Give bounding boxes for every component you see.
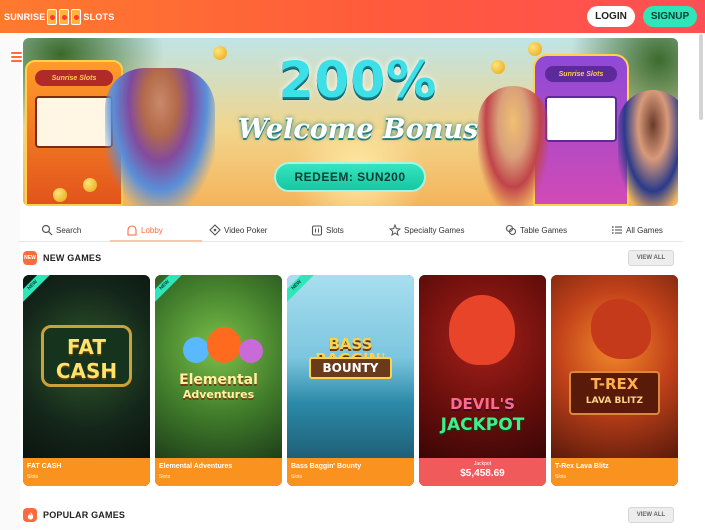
new-badge-text: NEW [24,255,36,261]
game-card-footer: FAT CASH Slots [23,458,150,486]
woman-left-illustration [478,86,548,206]
category-nav: Search Lobby Video Poker Slots Specialty… [23,218,683,242]
lobby-icon [127,225,137,236]
coin-icon [491,60,505,74]
magic-creature [239,339,263,363]
game-title: Bass Baggin' Bounty [291,463,362,470]
game-card-devils-jackpot[interactable]: DEVIL'S JACKPOT Jackpot $5,458.69 [419,275,546,486]
game-title: T-Rex Lava Blitz [555,463,609,470]
specialty-icon [389,224,401,236]
game-logo-line2: LAVA BLITZ [585,396,644,406]
side-rail [0,33,20,530]
game-art: DEVIL'S JACKPOT [419,275,546,458]
game-category: Slots [555,474,567,480]
popular-games-header: POPULAR GAMES [23,506,125,524]
slot-machine-label: Sunrise Slots [35,70,113,86]
site-logo[interactable]: SUNRISE SLOTS [4,6,114,28]
category-table-games[interactable]: Table Games [505,218,567,242]
slot-machine-reels [545,96,617,142]
category-specialty-games[interactable]: Specialty Games [389,218,464,242]
category-video-poker[interactable]: Video Poker [209,218,267,242]
scrollbar-thumb[interactable] [699,34,703,120]
game-card-footer: Elemental Adventures Slots [155,458,282,486]
logo-text-right: SLOTS [83,12,115,22]
game-card-footer: Bass Baggin' Bounty Slots [287,458,414,486]
search-icon [41,224,53,236]
game-logo-line1: Elemental [179,372,258,388]
category-search[interactable]: Search [41,218,81,242]
view-all-new-games-button[interactable]: VIEW ALL [628,250,674,266]
slots-icon [311,225,323,236]
table-games-icon [505,224,517,236]
logo-reel-icon [71,9,82,25]
water-creature [183,337,209,363]
fire-creature [207,327,241,363]
category-label: Slots [326,225,344,235]
login-button[interactable]: LOGIN [587,6,635,27]
game-logo-line2: JACKPOT [440,415,525,435]
top-header: SUNRISE SLOTS LOGIN SIGNUP [0,0,705,33]
game-card-bass-baggin-bounty[interactable]: BASS BAGGIN' BOUNTY NEW Bass Baggin' Bou… [287,275,414,486]
game-title: FAT CASH [27,463,62,470]
category-slots[interactable]: Slots [311,218,344,242]
category-label: Table Games [520,225,568,235]
slot-machine-label: Sunrise Slots [545,66,617,82]
logo-text-left: SUNRISE [4,12,46,22]
category-label: All Games [626,225,663,235]
game-art: BASS BAGGIN' BOUNTY [287,275,414,458]
category-label: Specialty Games [404,225,465,235]
game-category: Slots [27,474,39,480]
game-category: Slots [291,474,303,480]
t-rex-character [591,299,651,359]
jackpot-label: Jackpot [473,461,492,467]
category-all-games[interactable]: All Games [611,218,663,242]
game-card-footer: Jackpot $5,458.69 [419,458,546,486]
popular-flame-icon [23,508,37,522]
category-label: Search [56,225,82,235]
game-logo-line2: BOUNTY [322,361,379,375]
promo-banner[interactable]: Sunrise Slots Sunrise Slots 200% Welcome… [23,38,678,206]
game-logo-line2: CASH [55,359,118,383]
coin-icon [213,46,227,60]
category-lobby[interactable]: Lobby [126,218,163,242]
game-art: FAT CASH [23,275,150,458]
game-logo-line1: T-REX [590,375,639,393]
view-all-popular-games-button[interactable]: VIEW ALL [628,507,674,523]
coin-icon [53,188,67,202]
logo-reel-icon [47,9,58,25]
new-games-header: NEW NEW GAMES [23,249,101,267]
game-logo-line1: FAT [67,335,106,359]
banner-headline: 200% [278,51,438,109]
all-games-icon [611,226,622,234]
woman-right-illustration [618,90,678,206]
carnival-dancer-illustration [105,68,215,206]
signup-button[interactable]: SIGNUP [643,6,697,27]
game-category: Slots [159,474,171,480]
jackpot-amount: $5,458.69 [460,468,505,479]
game-art: T-REX LAVA BLITZ [551,275,678,458]
logo-reel-icon [59,9,70,25]
coin-icon [528,42,542,56]
game-card-footer: T-Rex Lava Blitz Slots [551,458,678,486]
game-title: Elemental Adventures [159,463,233,470]
section-title: NEW GAMES [43,253,102,263]
video-poker-icon [209,224,221,236]
devil-character [449,295,515,365]
game-logo-line2: Adventures [182,388,255,401]
redeem-code-button[interactable]: REDEEM: SUN200 [274,162,426,192]
category-label: Video Poker [224,225,268,235]
banner-subheadline: Welcome Bonus [237,114,479,145]
game-art: Elemental Adventures [155,275,282,458]
hamburger-menu-icon[interactable] [11,52,22,62]
game-card-fat-cash[interactable]: FAT CASH NEW FAT CASH Slots [23,275,150,486]
coin-icon [83,178,97,192]
game-card-elemental-adventures[interactable]: Elemental Adventures NEW Elemental Adven… [155,275,282,486]
game-logo-line1: DEVIL'S [450,395,515,413]
new-badge-icon: NEW [23,251,37,265]
game-card-t-rex-lava-blitz[interactable]: T-REX LAVA BLITZ T-Rex Lava Blitz Slots [551,275,678,486]
category-label: Lobby [141,225,163,235]
section-title: POPULAR GAMES [43,510,126,520]
slot-machine-reels [35,96,113,148]
